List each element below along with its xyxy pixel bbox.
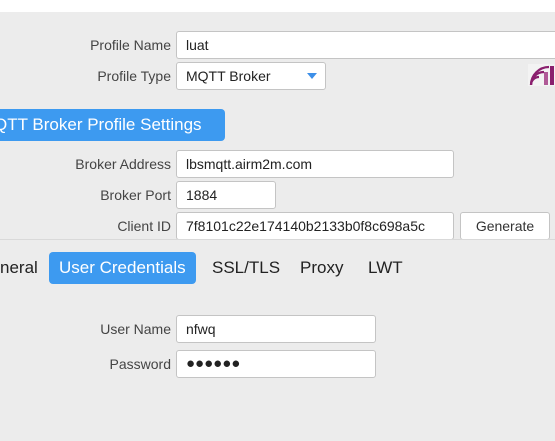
tab-general[interactable]: neral <box>0 252 48 284</box>
password-input[interactable]: ●●●●●● <box>176 350 376 378</box>
profile-type-value: MQTT Broker <box>186 68 271 84</box>
divider <box>0 239 555 240</box>
profile-name-input[interactable]: luat <box>176 31 555 59</box>
username-input[interactable]: nfwq <box>176 315 376 343</box>
generate-button[interactable]: Generate <box>460 212 550 240</box>
username-label: User Name <box>100 321 171 337</box>
password-label: Password <box>109 356 171 372</box>
client-id-label: Client ID <box>117 218 171 234</box>
client-id-input[interactable]: 7f8101c22e174140b2133b0f8c698a5c <box>176 212 454 240</box>
top-strip <box>0 0 555 12</box>
broker-port-input[interactable]: 1884 <box>176 181 276 209</box>
tab-user-credentials[interactable]: User Credentials <box>49 252 196 284</box>
profile-name-label: Profile Name <box>90 37 171 53</box>
profile-type-select[interactable]: MQTT Broker <box>176 62 326 90</box>
broker-address-input[interactable]: lbsmqtt.airm2m.com <box>176 150 454 178</box>
profile-type-label: Profile Type <box>97 68 171 84</box>
tab-lwt[interactable]: LWT <box>358 252 413 284</box>
caret-down-icon <box>307 73 317 79</box>
mqttfx-logo-icon <box>528 64 555 86</box>
section-title: QTT Broker Profile Settings <box>0 109 225 141</box>
broker-port-label: Broker Port <box>100 187 171 203</box>
tab-ssl-tls[interactable]: SSL/TLS <box>202 252 290 284</box>
tab-proxy[interactable]: Proxy <box>290 252 353 284</box>
broker-address-label: Broker Address <box>75 156 171 172</box>
